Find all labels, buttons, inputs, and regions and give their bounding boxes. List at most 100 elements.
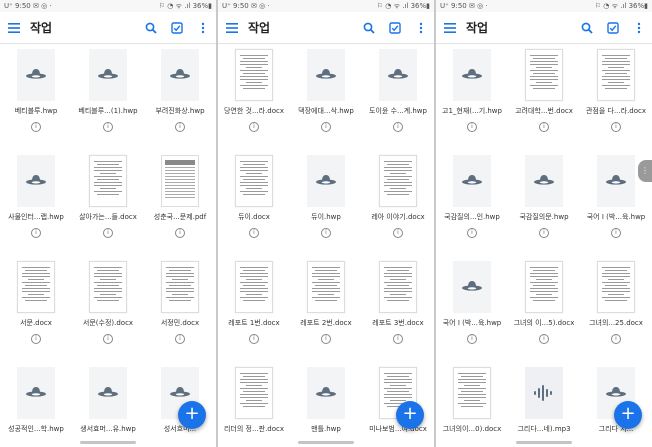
info-icon[interactable]: i xyxy=(539,334,549,344)
phone-screen: U⁺ 9:50 ✉ ◎ · ⚐ ◔ ᯤ .ıl 36%▮ 작업 고1_현재(...기.… xyxy=(436,0,652,447)
file-card[interactable]: 도이윤 수...계.hwp i xyxy=(362,44,434,148)
file-card[interactable]: 고려대학...번.docx i xyxy=(508,44,580,148)
info-icon[interactable]: i xyxy=(175,122,185,132)
info-icon[interactable]: i xyxy=(31,228,41,238)
info-icon[interactable]: i xyxy=(611,228,621,238)
info-icon[interactable]: i xyxy=(467,334,477,344)
select-icon[interactable] xyxy=(164,12,190,44)
file-card[interactable]: 당연한 것...라.docx i xyxy=(218,44,290,148)
more-vert-icon[interactable] xyxy=(626,12,652,44)
file-card[interactable]: 부려진화상.hwp i xyxy=(144,44,216,148)
file-card[interactable]: 생서효머...유.hwpi xyxy=(72,362,144,447)
file-name: 베티블루...(1).hwp xyxy=(78,107,138,115)
more-vert-icon[interactable] xyxy=(408,12,434,44)
search-icon[interactable] xyxy=(138,12,164,44)
file-card[interactable]: 리더의 정...판.docxi xyxy=(218,362,290,447)
search-icon[interactable] xyxy=(356,12,382,44)
add-button[interactable]: + xyxy=(178,401,206,429)
file-name: 그리다...네).mp3 xyxy=(517,425,571,433)
file-card[interactable]: 그녀의 이...5).docx i xyxy=(508,256,580,360)
document-preview xyxy=(235,49,273,101)
info-icon[interactable]: i xyxy=(321,228,331,238)
file-card[interactable]: 관점을 다...라.docx i xyxy=(580,44,652,148)
select-icon[interactable] xyxy=(600,12,626,44)
info-icon[interactable]: i xyxy=(249,334,259,344)
info-icon[interactable]: i xyxy=(467,228,477,238)
file-card[interactable]: 살아가는...들.docx i xyxy=(72,150,144,254)
file-card[interactable]: 성공적인...학.hwpi xyxy=(0,362,72,447)
file-name: 국어 I (박...육.hwp xyxy=(586,213,646,221)
file-card[interactable]: 베티블루.hwp i xyxy=(0,44,72,148)
file-card[interactable]: 사물인터...랩.hwp i xyxy=(0,150,72,254)
file-name: 국어 I (박...육.hwp xyxy=(442,319,502,327)
file-card[interactable]: 그리다 지...i xyxy=(580,362,652,447)
navigation-bar xyxy=(218,437,434,447)
file-card[interactable]: 그리다...네).mp3i xyxy=(508,362,580,447)
menu-icon[interactable] xyxy=(436,12,464,44)
info-icon[interactable]: i xyxy=(539,122,549,132)
home-gesture-bar[interactable] xyxy=(80,441,136,444)
home-gesture-bar[interactable] xyxy=(298,441,354,444)
screens-container: U⁺ 9:50 ✉ ◎ · ⚐ ◔ ᯤ .ıl 36%▮ 작업 베티블루.hwp i 베티… xyxy=(0,0,652,447)
info-icon[interactable]: i xyxy=(539,228,549,238)
file-card[interactable]: 레포트 1번.docx i xyxy=(218,256,290,360)
file-grid: 고1_현재(...기.hwp i 고려대학...번.docx i 관점을 다...라.d… xyxy=(436,44,652,447)
file-card[interactable]: 서문(수정).docx i xyxy=(72,256,144,360)
pdf-preview xyxy=(161,155,199,207)
file-card[interactable]: 그녀의이...0).docxi xyxy=(436,362,508,447)
info-icon[interactable]: i xyxy=(321,334,331,344)
info-icon[interactable]: i xyxy=(249,122,259,132)
info-icon[interactable]: i xyxy=(611,122,621,132)
navigation-bar xyxy=(436,437,652,447)
file-card[interactable]: 서문.docx i xyxy=(0,256,72,360)
more-vert-icon[interactable] xyxy=(190,12,216,44)
info-icon[interactable]: i xyxy=(31,334,41,344)
info-icon[interactable]: i xyxy=(175,334,185,344)
select-icon[interactable] xyxy=(382,12,408,44)
file-card[interactable]: 성서흐머...i xyxy=(144,362,216,447)
info-icon[interactable]: i xyxy=(467,122,477,132)
file-card[interactable]: 댁장에대...삭.hwp i xyxy=(290,44,362,148)
file-card[interactable]: 맨틀.hwpi xyxy=(290,362,362,447)
info-icon[interactable]: i xyxy=(321,122,331,132)
info-icon[interactable]: i xyxy=(31,122,41,132)
file-card[interactable]: 성춘국...문제.pdf i xyxy=(144,150,216,254)
file-card[interactable]: 서정민.docx i xyxy=(144,256,216,360)
file-card[interactable]: 미나보범...여.docxi xyxy=(362,362,434,447)
ufo-icon xyxy=(379,49,417,101)
info-icon[interactable]: i xyxy=(175,228,185,238)
info-icon[interactable]: i xyxy=(393,122,403,132)
info-icon[interactable]: i xyxy=(393,334,403,344)
edge-panel-handle[interactable]: ⋮ xyxy=(638,160,652,182)
info-icon[interactable]: i xyxy=(103,228,113,238)
menu-icon[interactable] xyxy=(218,12,246,44)
info-icon[interactable]: i xyxy=(103,334,113,344)
file-card[interactable]: 국감질의...인.hwp i xyxy=(436,150,508,254)
file-card[interactable]: 듀이.hwp i xyxy=(290,150,362,254)
file-card[interactable]: 레포트 3번.docx i xyxy=(362,256,434,360)
ufo-icon xyxy=(453,261,491,313)
home-gesture-bar[interactable] xyxy=(516,441,572,444)
info-icon[interactable]: i xyxy=(103,122,113,132)
file-card[interactable]: 레아 이야기.docx i xyxy=(362,150,434,254)
file-name: 부려진화상.hwp xyxy=(155,107,205,115)
file-card[interactable]: 듀이.docx i xyxy=(218,150,290,254)
document-preview xyxy=(235,155,273,207)
info-icon[interactable]: i xyxy=(611,334,621,344)
search-icon[interactable] xyxy=(574,12,600,44)
info-icon[interactable]: i xyxy=(393,228,403,238)
file-card[interactable]: 국어 I (박...육.hwp i xyxy=(436,256,508,360)
ufo-icon xyxy=(307,49,345,101)
file-name: 그녀의...25.docx xyxy=(589,319,643,327)
add-button[interactable]: + xyxy=(614,401,642,429)
add-button[interactable]: + xyxy=(396,401,424,429)
file-card[interactable]: 국감질의문.hwp i xyxy=(508,150,580,254)
info-icon[interactable]: i xyxy=(249,228,259,238)
ufo-icon xyxy=(525,155,563,207)
file-name: 서문(수정).docx xyxy=(82,319,134,327)
file-card[interactable]: 베티블루...(1).hwp i xyxy=(72,44,144,148)
file-card[interactable]: 그녀의...25.docx i xyxy=(580,256,652,360)
file-card[interactable]: 레포트 2번.docx i xyxy=(290,256,362,360)
menu-icon[interactable] xyxy=(0,12,28,44)
file-card[interactable]: 고1_현재(...기.hwp i xyxy=(436,44,508,148)
